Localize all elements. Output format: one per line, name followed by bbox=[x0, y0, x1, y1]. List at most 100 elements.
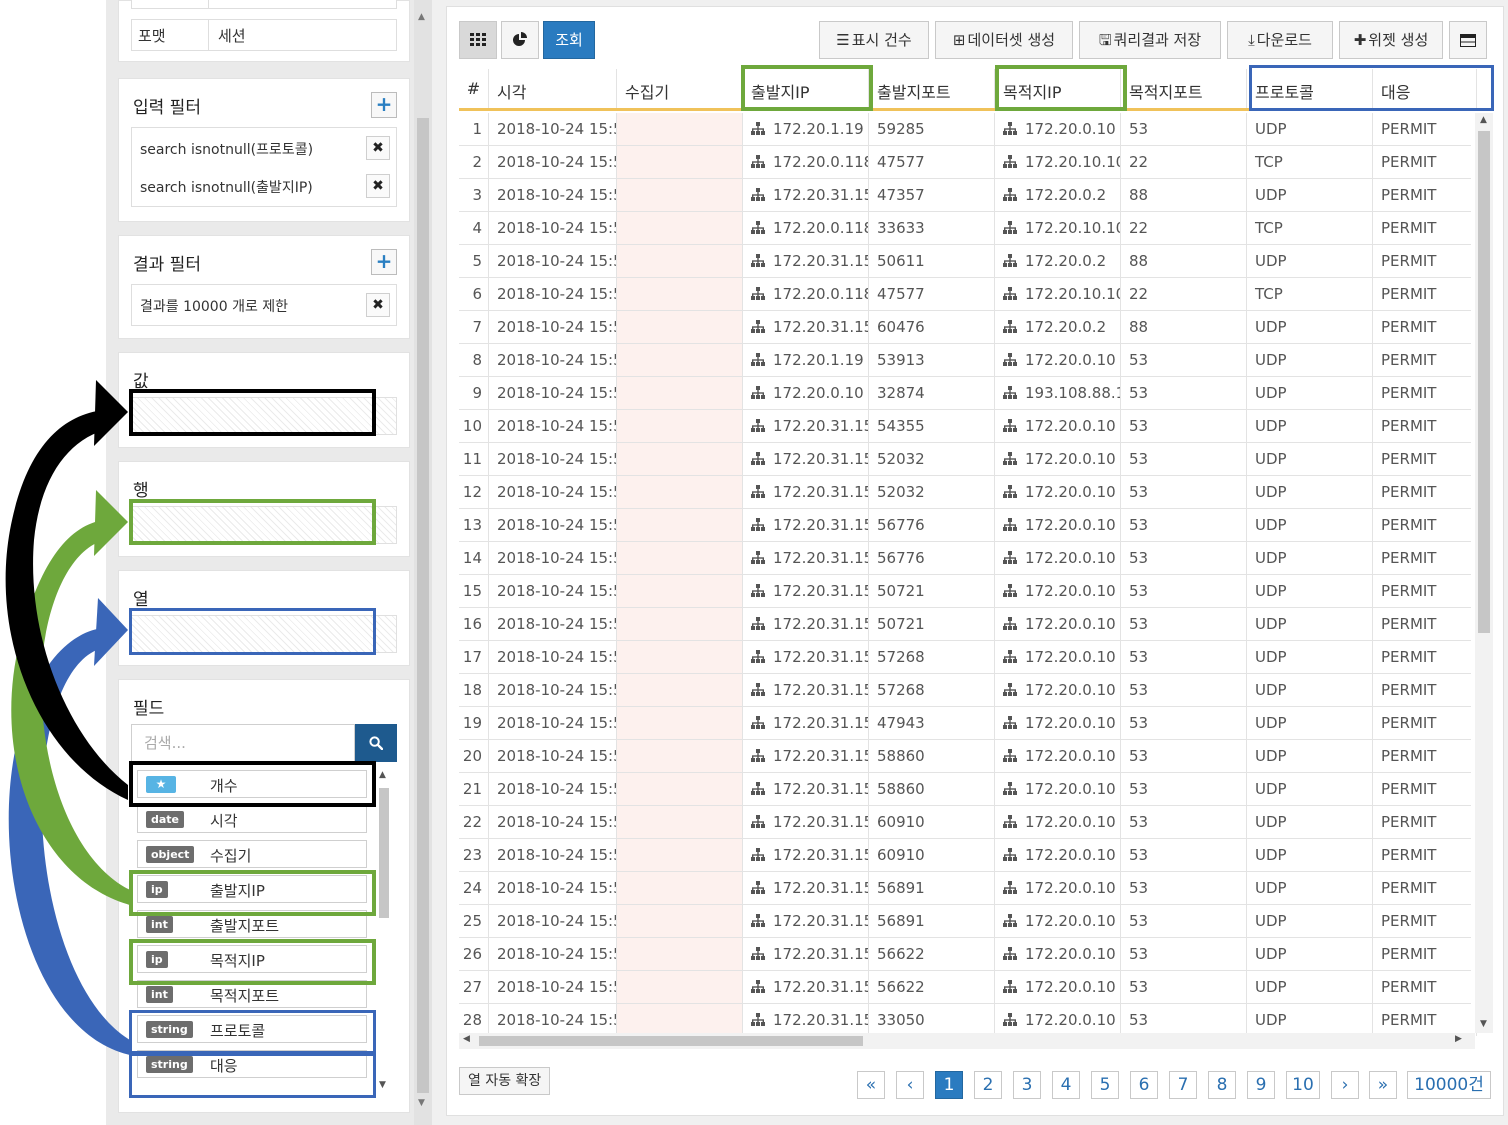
table-row[interactable]: 202018-10-24 15:56 172.20.31.1558860 172.2… bbox=[459, 740, 1477, 773]
table-row[interactable]: 212018-10-24 15:56 172.20.31.1558860 172.2… bbox=[459, 773, 1477, 806]
field-item-protocol[interactable]: string 프로토콜 bbox=[137, 1015, 367, 1043]
format-row[interactable]: 포맷 세션 bbox=[131, 19, 397, 51]
table-row[interactable]: 12018-10-24 15:56 172.20.1.19 59285 172.20.… bbox=[459, 113, 1477, 146]
table-settings-button[interactable] bbox=[1449, 21, 1487, 59]
auto-expand-columns-button[interactable]: 열 자동 확장 bbox=[459, 1067, 551, 1095]
chart-view-button[interactable] bbox=[501, 21, 539, 59]
search-run-button[interactable]: 조회 bbox=[543, 21, 595, 59]
display-count-button[interactable]: ☰ 표시 건수 bbox=[819, 21, 929, 59]
scroll-up-arrow-icon[interactable]: ▲ bbox=[1480, 115, 1487, 125]
table-row[interactable]: 272018-10-24 15:56 172.20.31.1556622 172.2… bbox=[459, 971, 1477, 1004]
table-row[interactable]: 32018-10-24 15:56 172.20.31.1547357 172.20… bbox=[459, 179, 1477, 212]
table-row[interactable]: 142018-10-24 15:56 172.20.31.1556776 172.2… bbox=[459, 542, 1477, 575]
field-item-count[interactable]: ★ 개수 bbox=[137, 770, 367, 798]
format-value[interactable]: 세션 bbox=[218, 25, 246, 46]
grid-view-button[interactable] bbox=[459, 21, 497, 59]
scroll-up-arrow-icon[interactable]: ▲ bbox=[418, 12, 425, 22]
grid-vertical-scrollbar[interactable]: ▲ ▼ bbox=[1475, 113, 1493, 1033]
field-item-dst-ip[interactable]: ip 목적지IP bbox=[137, 945, 367, 973]
scroll-down-arrow-icon[interactable]: ▼ bbox=[1480, 1019, 1487, 1029]
scroll-right-arrow-icon[interactable]: ▶ bbox=[1455, 1034, 1462, 1044]
table-row[interactable]: 262018-10-24 15:56 172.20.31.1556622 172.2… bbox=[459, 938, 1477, 971]
table-row[interactable]: 82018-10-24 15:56 172.20.1.19 53913 172.20.… bbox=[459, 344, 1477, 377]
download-button[interactable]: ⤓ 다운로드 bbox=[1227, 21, 1333, 59]
table-row[interactable]: 102018-10-24 15:56 172.20.31.1554355 172.2… bbox=[459, 410, 1477, 443]
table-row[interactable]: 132018-10-24 15:56 172.20.31.1556776 172.2… bbox=[459, 509, 1477, 542]
grid-hscroll-thumb[interactable] bbox=[479, 1036, 863, 1046]
create-dataset-button[interactable]: ⊞ 데이터셋 생성 bbox=[935, 21, 1073, 59]
table-row[interactable]: 172018-10-24 15:56 172.20.31.1557268 172.2… bbox=[459, 641, 1477, 674]
table-row[interactable]: 222018-10-24 15:56 172.20.31.1560910 172.2… bbox=[459, 806, 1477, 839]
header-col-dst-port[interactable]: 목적지포트 bbox=[1121, 69, 1247, 108]
scroll-down-arrow-icon[interactable]: ▼ bbox=[379, 1080, 386, 1090]
input-filter-item[interactable]: search isnotnull(프로토콜) ✖ bbox=[132, 130, 396, 166]
header-col-src-ip[interactable]: 출발지IP bbox=[743, 69, 869, 108]
table-row[interactable]: 112018-10-24 15:56 172.20.31.1552032 172.2… bbox=[459, 443, 1477, 476]
page-8[interactable]: 8 bbox=[1208, 1071, 1236, 1099]
grid-vscroll-thumb[interactable] bbox=[1478, 131, 1490, 633]
sidebar-scroll-thumb[interactable] bbox=[417, 118, 429, 1093]
field-search-button[interactable] bbox=[355, 724, 397, 762]
table-row[interactable]: 22018-10-24 15:56 172.20.0.11847577 172.20… bbox=[459, 146, 1477, 179]
scroll-down-arrow-icon[interactable]: ▼ bbox=[418, 1098, 425, 1108]
table-row[interactable]: 242018-10-24 15:56 172.20.31.1556891 172.2… bbox=[459, 872, 1477, 905]
add-result-filter-button[interactable]: + bbox=[371, 249, 397, 275]
rows-drop-zone[interactable] bbox=[131, 506, 397, 544]
last-page-button[interactable]: » bbox=[1369, 1071, 1397, 1099]
page-1[interactable]: 1 bbox=[935, 1071, 963, 1099]
field-item-dst-port[interactable]: int 목적지포트 bbox=[137, 980, 367, 1008]
table-row[interactable]: 92018-10-24 15:56 172.20.0.10 32874 193.108… bbox=[459, 377, 1477, 410]
table-row[interactable]: 192018-10-24 15:56 172.20.31.1547943 172.2… bbox=[459, 707, 1477, 740]
table-row[interactable]: 182018-10-24 15:56 172.20.31.1557268 172.2… bbox=[459, 674, 1477, 707]
header-col-index[interactable]: # bbox=[459, 69, 489, 108]
table-row[interactable]: 152018-10-24 15:56 172.20.31.1550721 172.2… bbox=[459, 575, 1477, 608]
page-2[interactable]: 2 bbox=[974, 1071, 1002, 1099]
header-col-protocol[interactable]: 프로토콜 bbox=[1247, 69, 1373, 108]
header-col-time[interactable]: 시각 bbox=[489, 69, 617, 108]
create-widget-button[interactable]: ✚ 위젯 생성 bbox=[1339, 21, 1443, 59]
table-row[interactable]: 62018-10-24 15:56 172.20.0.11847577 172.20… bbox=[459, 278, 1477, 311]
grid-horizontal-scrollbar[interactable]: ◀ ▶ bbox=[459, 1033, 1475, 1049]
table-row[interactable]: 252018-10-24 15:56 172.20.31.1556891 172.2… bbox=[459, 905, 1477, 938]
field-item-collector[interactable]: object 수집기 bbox=[137, 840, 367, 868]
prev-page-button[interactable]: ‹ bbox=[896, 1071, 924, 1099]
field-item-src-port[interactable]: int 출발지포트 bbox=[137, 910, 367, 938]
add-input-filter-button[interactable]: + bbox=[371, 92, 397, 118]
page-6[interactable]: 6 bbox=[1130, 1071, 1158, 1099]
table-row[interactable]: 42018-10-24 15:56 172.20.0.11833633 172.20… bbox=[459, 212, 1477, 245]
sidebar-scrollbar[interactable]: ▲ ▼ bbox=[414, 0, 432, 1125]
header-col-src-port[interactable]: 출발지포트 bbox=[869, 69, 995, 108]
scroll-up-arrow-icon[interactable]: ▲ bbox=[379, 770, 386, 780]
field-item-action[interactable]: string 대응 bbox=[137, 1050, 367, 1078]
field-item-src-ip[interactable]: ip 출발지IP bbox=[137, 875, 367, 903]
field-item-time[interactable]: date 시각 bbox=[137, 805, 367, 833]
header-col-action[interactable]: 대응 bbox=[1373, 69, 1477, 108]
columns-drop-zone[interactable] bbox=[131, 615, 397, 653]
page-5[interactable]: 5 bbox=[1091, 1071, 1119, 1099]
input-filter-item[interactable]: search isnotnull(출발지IP) ✖ bbox=[132, 168, 396, 204]
field-list-scrollbar[interactable]: ▲ ▼ bbox=[377, 770, 391, 1096]
values-drop-zone[interactable] bbox=[131, 397, 397, 435]
page-10[interactable]: 10 bbox=[1286, 1071, 1320, 1099]
field-list-scroll-thumb[interactable] bbox=[379, 788, 389, 918]
page-9[interactable]: 9 bbox=[1247, 1071, 1275, 1099]
remove-filter-button[interactable]: ✖ bbox=[366, 174, 390, 198]
header-col-dst-ip[interactable]: 목적지IP bbox=[995, 69, 1121, 108]
table-row[interactable]: 232018-10-24 15:56 172.20.31.1560910 172.2… bbox=[459, 839, 1477, 872]
table-row[interactable]: 52018-10-24 15:56 172.20.31.1550611 172.20… bbox=[459, 245, 1477, 278]
header-col-collector[interactable]: 수집기 bbox=[617, 69, 743, 108]
remove-filter-button[interactable]: ✖ bbox=[366, 136, 390, 160]
result-filter-item[interactable]: 결과를 10000 개로 제한 ✖ bbox=[132, 287, 396, 323]
page-7[interactable]: 7 bbox=[1169, 1071, 1197, 1099]
table-row[interactable]: 162018-10-24 15:56 172.20.31.1550721 172.2… bbox=[459, 608, 1477, 641]
table-row[interactable]: 72018-10-24 15:56 172.20.31.1560476 172.20… bbox=[459, 311, 1477, 344]
first-page-button[interactable]: « bbox=[857, 1071, 885, 1099]
page-3[interactable]: 3 bbox=[1013, 1071, 1041, 1099]
save-query-result-button[interactable]: 🖫 쿼리결과 저장 bbox=[1079, 21, 1221, 59]
field-search-input[interactable] bbox=[131, 724, 355, 762]
scroll-left-arrow-icon[interactable]: ◀ bbox=[463, 1034, 470, 1044]
table-row[interactable]: 122018-10-24 15:56 172.20.31.1552032 172.2… bbox=[459, 476, 1477, 509]
next-page-button[interactable]: › bbox=[1331, 1071, 1359, 1099]
page-4[interactable]: 4 bbox=[1052, 1071, 1080, 1099]
remove-filter-button[interactable]: ✖ bbox=[366, 293, 390, 317]
